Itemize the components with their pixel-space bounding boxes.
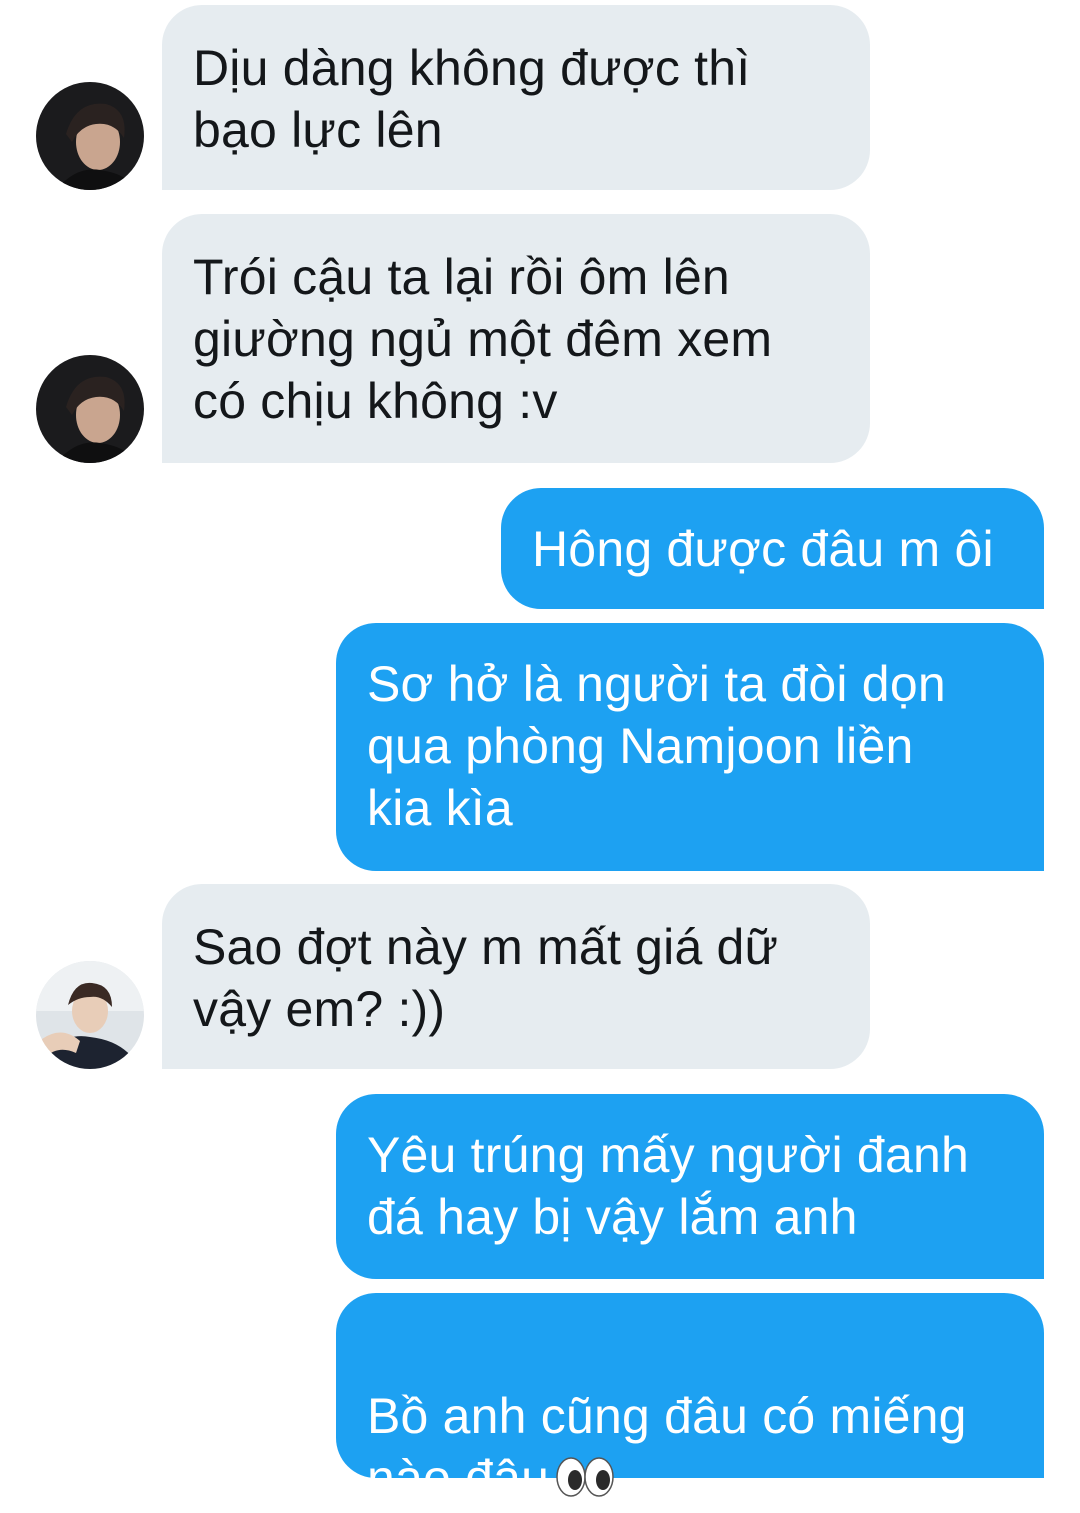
message-bubble-outgoing[interactable]: Yêu trúng mấy người đanh đá hay bị vậy l…	[336, 1094, 1044, 1279]
message-bubble-outgoing[interactable]: Sơ hở là người ta đòi dọn qua phòng Namj…	[336, 623, 1044, 871]
sender-avatar-dark[interactable]	[36, 355, 144, 463]
message-bubble-outgoing[interactable]: Hông được đâu m ôi	[501, 488, 1044, 609]
message-bubble-outgoing[interactable]: Bồ anh cũng đâu có miếng nào đâu	[336, 1293, 1044, 1506]
avatar-photo-icon	[36, 82, 144, 190]
message-bubble-incoming[interactable]: Trói cậu ta lại rồi ôm lên giường ngủ mộ…	[162, 214, 870, 463]
eyes-emoji-icon	[555, 1451, 615, 1513]
avatar-photo-icon	[36, 961, 144, 1069]
sender-avatar-dark[interactable]	[36, 82, 144, 190]
message-bubble-incoming[interactable]: Dịu dàng không được thì bạo lực lên	[162, 5, 870, 190]
sender-avatar-light[interactable]	[36, 961, 144, 1069]
avatar-photo-icon	[36, 355, 144, 463]
message-bubble-incoming[interactable]: Sao đợt này m mất giá dữ vậy em? :))	[162, 884, 870, 1069]
message-text: Bồ anh cũng đâu có miếng nào đâu	[367, 1388, 967, 1506]
